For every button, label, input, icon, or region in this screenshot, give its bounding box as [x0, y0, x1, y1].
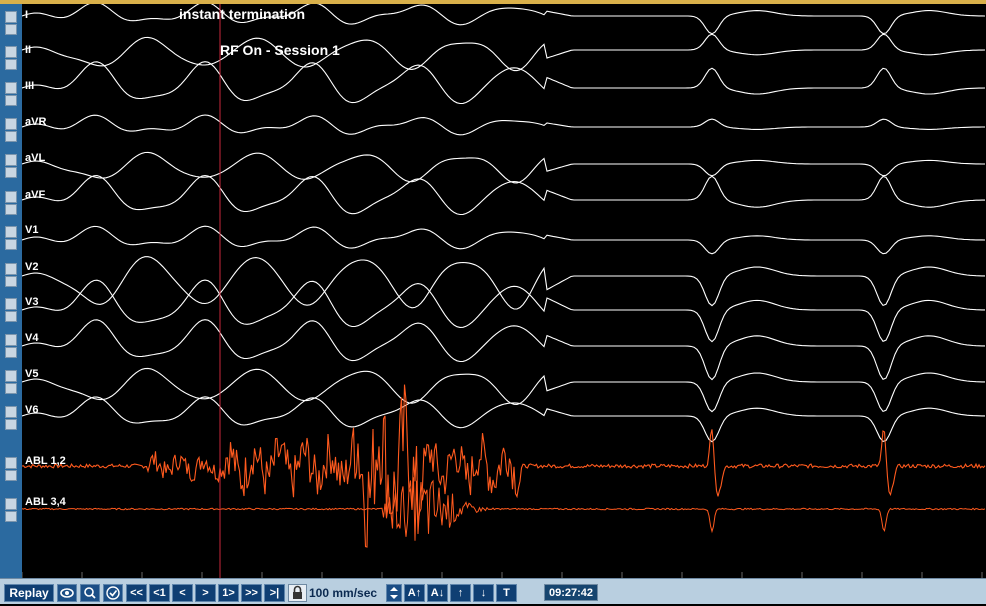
channel-scale-up-button[interactable]	[5, 11, 17, 23]
rewind-fast-button[interactable]: <<	[126, 584, 147, 602]
lead-label: ABL 1,2	[25, 455, 66, 467]
channel-scale-up-button[interactable]	[5, 82, 17, 94]
text-tool-button[interactable]: T	[496, 584, 517, 602]
forward-button[interactable]: >	[195, 584, 216, 602]
amplitude-down-button[interactable]: A↓	[427, 584, 448, 602]
channel-scale-up-button[interactable]	[5, 191, 17, 203]
amplitude-up-button[interactable]: A↑	[404, 584, 425, 602]
ecg-trace-area[interactable]: instant termination RF On - Session 1 II…	[22, 4, 986, 578]
speed-adjust-button[interactable]	[386, 584, 402, 602]
eye-button[interactable]	[57, 584, 77, 602]
channel-scale-down-button[interactable]	[5, 167, 17, 178]
search-button[interactable]	[80, 584, 100, 602]
step-back-button[interactable]: <1	[149, 584, 170, 602]
channel-scale-down-button[interactable]	[5, 24, 17, 35]
lead-label: V1	[25, 224, 39, 236]
channel-scale-up-button[interactable]	[5, 498, 17, 510]
channel-scale-down-button[interactable]	[5, 470, 17, 481]
timestamp: 09:27:42	[544, 584, 598, 601]
channel-scale-down-button[interactable]	[5, 311, 17, 322]
channel-scale-up-button[interactable]	[5, 226, 17, 238]
lead-trace-ABL-3-4	[22, 477, 986, 541]
channel-scale-up-button[interactable]	[5, 46, 17, 58]
lead-label: aVR	[25, 116, 47, 128]
annotation-instant-termination: instant termination	[179, 6, 306, 22]
lead-label: V2	[25, 261, 39, 273]
lead-label: V6	[25, 404, 39, 416]
channel-scale-down-button[interactable]	[5, 204, 17, 215]
channel-control-panel	[0, 4, 22, 578]
lock-button[interactable]	[288, 584, 307, 602]
lead-trace-V5	[22, 367, 985, 413]
lead-trace-aVL	[22, 151, 985, 184]
lead-label: II	[25, 44, 32, 56]
move-down-button[interactable]: ↓	[473, 584, 494, 602]
annotation-rf-on: RF On - Session 1	[220, 42, 340, 58]
lead-trace-V3	[22, 279, 985, 343]
channel-scale-down-button[interactable]	[5, 276, 17, 287]
channel-scale-down-button[interactable]	[5, 131, 17, 142]
channel-scale-down-button[interactable]	[5, 383, 17, 394]
go-end-button[interactable]: >|	[264, 584, 285, 602]
lead-trace-V1	[22, 225, 986, 255]
lead-label: V3	[25, 296, 39, 308]
channel-scale-down-button[interactable]	[5, 511, 17, 522]
check-icon	[106, 586, 120, 600]
lead-label: I	[25, 9, 29, 21]
lead-trace-V4	[22, 319, 985, 381]
back-button[interactable]: <	[172, 584, 193, 602]
channel-scale-down-button[interactable]	[5, 239, 17, 250]
lock-icon	[293, 585, 302, 599]
lead-trace-V6	[22, 396, 985, 443]
lead-trace-II	[22, 33, 986, 72]
check-button[interactable]	[103, 584, 123, 602]
speed-arrows-icon	[390, 587, 398, 599]
channel-scale-up-button[interactable]	[5, 370, 17, 382]
lead-trace-V2	[22, 256, 985, 310]
lead-trace-aVF	[22, 174, 985, 216]
replay-button[interactable]: Replay	[4, 584, 54, 602]
move-up-button[interactable]: ↑	[450, 584, 471, 602]
channel-scale-down-button[interactable]	[5, 95, 17, 106]
channel-scale-up-button[interactable]	[5, 406, 17, 418]
eye-icon	[60, 588, 74, 598]
lead-trace-III	[22, 61, 986, 105]
playback-toolbar: Replay << <1 < > 1> >> >| 100 mm/sec A↑ …	[0, 578, 986, 604]
lead-trace-ABL-1-2	[22, 384, 986, 548]
step-forward-button[interactable]: 1>	[218, 584, 239, 602]
lead-label: III	[25, 80, 35, 92]
channel-scale-up-button[interactable]	[5, 263, 17, 275]
magnify-icon	[84, 587, 96, 599]
lead-trace-aVR	[22, 114, 985, 136]
lead-label: aVF	[25, 189, 46, 201]
channel-scale-down-button[interactable]	[5, 59, 17, 70]
lead-label: ABL 3,4	[25, 496, 66, 508]
channel-scale-up-button[interactable]	[5, 457, 17, 469]
channel-scale-up-button[interactable]	[5, 334, 17, 346]
sweep-speed-value: 100 mm/sec	[309, 586, 378, 600]
lead-label: V4	[25, 332, 39, 344]
channel-scale-down-button[interactable]	[5, 347, 17, 358]
lead-label: aVL	[25, 152, 46, 164]
channel-scale-up-button[interactable]	[5, 118, 17, 130]
lead-trace-I	[22, 4, 986, 35]
channel-scale-down-button[interactable]	[5, 419, 17, 430]
ecg-traces	[22, 4, 986, 578]
channel-scale-up-button[interactable]	[5, 298, 17, 310]
channel-scale-up-button[interactable]	[5, 154, 17, 166]
forward-fast-button[interactable]: >>	[241, 584, 262, 602]
lead-label: V5	[25, 368, 39, 380]
